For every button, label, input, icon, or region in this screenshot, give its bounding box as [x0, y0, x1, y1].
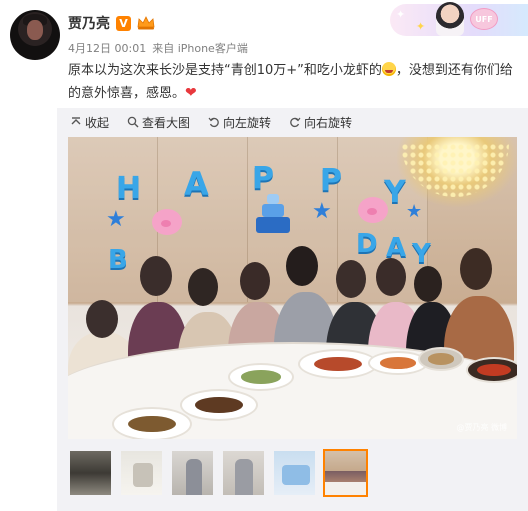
decoration-portrait — [436, 2, 464, 36]
user-avatar[interactable] — [10, 10, 60, 60]
dish — [466, 357, 517, 383]
decoration-badge: UFF — [470, 8, 498, 30]
thumbnail[interactable] — [221, 449, 266, 497]
thumbnail[interactable] — [119, 449, 164, 497]
weibo-post: 贾乃亮 V 4月12日 00:01 来自 iPhone客户端 ✦ ✦ UFF 原… — [0, 0, 528, 511]
dish — [418, 347, 464, 371]
post-time[interactable]: 4月12日 00:01 — [68, 40, 146, 56]
rotate-right-label: 向右旋转 — [304, 115, 353, 130]
balloon-letter: Y — [384, 175, 406, 210]
rotate-left-icon — [208, 117, 219, 128]
collapse-up-icon — [71, 117, 81, 125]
magnify-icon — [127, 116, 139, 128]
media-toolbar: 收起 查看大图 向左旋转 向右旋转 — [70, 112, 352, 132]
thumbnail[interactable] — [272, 449, 317, 497]
post-meta: 4月12日 00:01 来自 iPhone客户端 — [68, 40, 248, 56]
post-source: 来自 iPhone客户端 — [152, 42, 248, 55]
main-photo[interactable]: H A P P Y B D A Y ★ ★ ★ @贾乃亮 微博 — [68, 137, 517, 439]
crown-icon[interactable] — [137, 16, 155, 30]
birthday-cake — [256, 193, 290, 233]
rotate-left-button[interactable]: 向左旋转 — [208, 112, 271, 132]
thumbnail[interactable] — [68, 449, 113, 497]
balloon-letter: H — [116, 171, 142, 206]
avatar-face — [27, 20, 43, 40]
name-row: 贾乃亮 V — [68, 13, 155, 33]
vip-badge-icon[interactable]: V — [116, 15, 131, 31]
post-text-part1: 原本以为这次来长沙是支持“青创10万+”和吃小龙虾的 — [68, 63, 382, 78]
thumbnail-strip — [68, 449, 368, 497]
rotate-right-button[interactable]: 向右旋转 — [289, 112, 352, 132]
photo-watermark: @贾乃亮 微博 — [456, 423, 507, 432]
rotate-left-label: 向左旋转 — [223, 115, 272, 130]
view-large-button[interactable]: 查看大图 — [127, 112, 190, 132]
heart-icon: ❤ — [185, 85, 197, 101]
view-large-label: 查看大图 — [142, 115, 191, 130]
post-text: 原本以为这次来长沙是支持“青创10万+”和吃小龙虾的 ，没想到还有你们给的意外惊喜… — [68, 60, 513, 105]
balloon-letter: P — [252, 161, 274, 196]
star-balloon-icon: ★ — [406, 201, 423, 222]
dish — [112, 407, 192, 439]
star-balloon-icon: ★ — [312, 199, 332, 224]
star-balloon-icon: ★ — [106, 207, 126, 232]
laughing-emoji-icon — [381, 62, 396, 76]
dish — [298, 349, 378, 379]
dish — [180, 389, 258, 421]
thumbnail[interactable] — [170, 449, 215, 497]
username-link[interactable]: 贾乃亮 — [68, 13, 110, 33]
sparkle-icon: ✦ — [396, 8, 406, 21]
thumbnail[interactable] — [323, 449, 368, 497]
collapse-button[interactable]: 收起 — [70, 112, 109, 132]
sparkle-icon: ✦ — [416, 20, 426, 33]
rotate-right-icon — [290, 117, 301, 128]
balloon-letter: A — [184, 165, 209, 203]
dish — [228, 363, 294, 391]
collapse-label: 收起 — [85, 115, 110, 130]
pig-balloon — [358, 197, 388, 223]
card-decoration[interactable]: ✦ ✦ UFF — [366, 0, 528, 42]
balloon-letter: P — [320, 163, 342, 198]
